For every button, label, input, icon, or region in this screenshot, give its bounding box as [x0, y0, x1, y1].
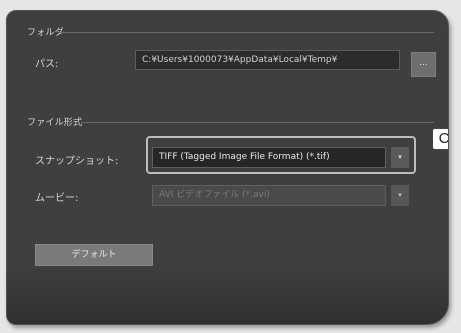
format-section-divider [81, 122, 434, 123]
movie-label: ムービー: [35, 193, 79, 204]
path-field[interactable]: C:¥Users¥1000073¥AppData¥Local¥Temp¥ [135, 50, 400, 70]
movie-format-select: AVI ビデオファイル (*.avi) [152, 185, 386, 206]
settings-panel: フォルダ パス: C:¥Users¥1000073¥AppData¥Local¥… [6, 10, 449, 325]
movie-dropdown-arrow-icon: ▾ [391, 185, 409, 206]
default-button[interactable]: デフォルト [35, 244, 153, 266]
format-section-title: ファイル形式 [27, 118, 83, 128]
highlight-box [146, 136, 416, 174]
screenshot-frame: フォルダ パス: C:¥Users¥1000073¥AppData¥Local¥… [0, 0, 461, 333]
callout-badge: C [432, 128, 448, 150]
panel-shade [7, 264, 448, 324]
folder-section-divider [59, 32, 434, 33]
path-label: パス: [35, 59, 59, 70]
snapshot-label: スナップショット: [35, 156, 119, 167]
browse-button[interactable]: ... [411, 52, 436, 77]
